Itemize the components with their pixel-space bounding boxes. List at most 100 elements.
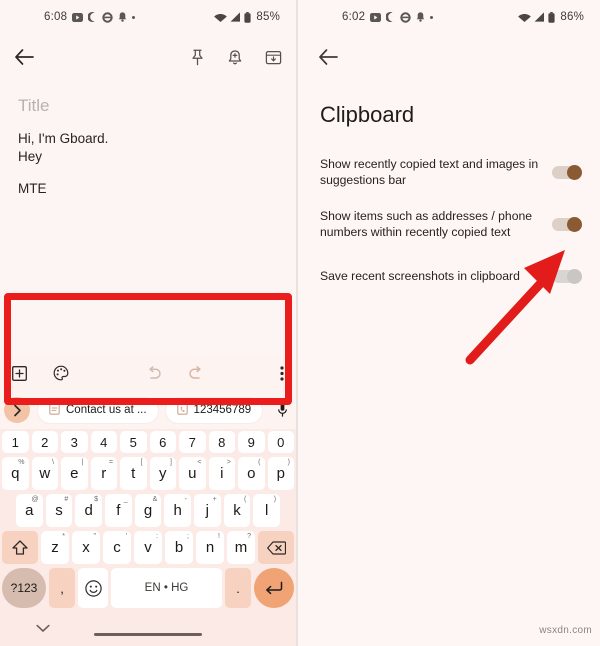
key-f[interactable]: _ f (105, 494, 132, 527)
key-n[interactable]: ! n (196, 531, 224, 564)
note-line-3[interactable]: MTE (18, 180, 278, 198)
toggle-show-addresses-phones[interactable] (552, 216, 582, 232)
battery-percent: 86% (560, 11, 584, 23)
key-label: m (234, 539, 248, 556)
archive-icon[interactable] (265, 49, 282, 66)
key-label: c (113, 539, 121, 556)
key-label: k (233, 502, 241, 519)
key-o[interactable]: (o (238, 457, 265, 490)
space-key[interactable]: EN • HG (111, 568, 222, 608)
overflow-menu-icon[interactable] (280, 365, 284, 381)
shift-key[interactable] (2, 531, 38, 564)
symbols-key[interactable]: ?123 (2, 568, 46, 608)
key-label: z (51, 539, 59, 556)
key-5[interactable]: 5 (120, 431, 147, 453)
note-line-2[interactable]: Hey (18, 148, 278, 166)
key-g[interactable]: & g (134, 494, 162, 527)
key-a[interactable]: @ a (15, 494, 43, 527)
key-r[interactable]: = r (90, 457, 117, 490)
note-spacer (18, 166, 278, 180)
key-sup: - (184, 496, 188, 503)
status-bar-right-group: 86% (518, 11, 584, 23)
pin-icon[interactable] (190, 49, 205, 66)
key-s[interactable]: # s (45, 494, 73, 527)
setting-label: Show items such as addresses / phone num… (320, 209, 533, 239)
key-h[interactable]: -h (164, 494, 192, 527)
screenshot-root: 6:08 85% Title Hi, I'm Gboard. Hey MTE C… (0, 0, 600, 646)
back-arrow-icon[interactable] (318, 48, 338, 66)
key-m[interactable]: ? m (227, 531, 255, 564)
redo-icon[interactable] (188, 366, 204, 380)
chevron-right-icon[interactable] (4, 397, 30, 423)
chevron-down-icon[interactable] (36, 620, 50, 638)
suggestion-bar: Contact us at ... 123456789 (0, 391, 296, 429)
key-sup: + (212, 496, 217, 503)
keyboard-row-bottom: ?123 , EN • HG . (2, 568, 294, 608)
key-c[interactable]: ' c (103, 531, 131, 564)
key-8[interactable]: 8 (208, 431, 235, 453)
clipboard-suggestion-chip-1[interactable]: Contact us at ... (38, 397, 158, 423)
key-p[interactable]: ) p (267, 457, 294, 490)
key-3[interactable]: 3 (61, 431, 88, 453)
chip-label: Contact us at ... (66, 404, 147, 416)
left-phone-screen: 6:08 85% Title Hi, I'm Gboard. Hey MTE C… (0, 0, 296, 646)
key-label: h (173, 502, 182, 519)
key-7[interactable]: 7 (179, 431, 206, 453)
key-u[interactable]: < u (179, 457, 206, 490)
plus-box-icon[interactable] (12, 365, 27, 381)
youtube-icon (370, 12, 382, 22)
battery-icon (244, 11, 251, 23)
keyboard-row-asdf: @ a # s $ d _ f & g -h + j (k ) l (2, 494, 294, 527)
toggle-show-recent-copies[interactable] (552, 164, 582, 180)
chip-label: 123456789 (193, 404, 252, 416)
key-z[interactable]: * z (41, 531, 69, 564)
dot-icon (430, 15, 434, 19)
key-y[interactable]: ] y (149, 457, 176, 490)
signal-icon (534, 12, 545, 22)
key-d[interactable]: $ d (75, 494, 102, 527)
palette-icon[interactable] (53, 365, 69, 381)
key-2[interactable]: 2 (31, 431, 58, 453)
key-e[interactable]: | e (61, 457, 88, 490)
key-x[interactable]: " x (72, 531, 100, 564)
back-arrow-icon[interactable] (14, 48, 34, 66)
key-b[interactable]: ; b (165, 531, 193, 564)
keyboard-footer (0, 612, 296, 644)
key-0[interactable]: 0 (267, 431, 294, 453)
key-j[interactable]: + j (194, 494, 221, 527)
note-title-placeholder[interactable]: Title (18, 96, 278, 116)
key-6[interactable]: 6 (149, 431, 176, 453)
note-line-1[interactable]: Hi, I'm Gboard. (18, 130, 278, 148)
keyboard-row-qwerty: % q \ w | e = r [t ] y < u > i (o ) p (2, 457, 294, 490)
reminder-bell-icon[interactable] (227, 49, 243, 66)
backspace-key[interactable] (258, 531, 294, 564)
enter-key[interactable] (254, 568, 294, 608)
crescent-moon-icon (386, 12, 395, 22)
gesture-bar[interactable] (94, 633, 202, 636)
page-title: Clipboard (320, 102, 415, 127)
key-label: d (84, 502, 93, 519)
microphone-icon[interactable] (277, 402, 288, 418)
emoji-key[interactable] (78, 568, 108, 608)
key-label: j (205, 502, 210, 519)
key-4[interactable]: 4 (90, 431, 117, 453)
setting-row-show-recent-copies[interactable]: Show recently copied text and images in … (298, 146, 600, 198)
key-label: s (55, 502, 63, 519)
key-t[interactable]: [t (120, 457, 147, 490)
youtube-icon (72, 12, 84, 22)
key-l[interactable]: ) l (253, 494, 281, 527)
key-v[interactable]: :v (134, 531, 162, 564)
clipboard-suggestion-chip-2[interactable]: 123456789 (165, 397, 263, 423)
key-sup: % (18, 459, 25, 466)
period-key[interactable]: . (225, 568, 251, 608)
key-sup: # (64, 496, 69, 503)
key-q[interactable]: % q (2, 457, 29, 490)
comma-key[interactable]: , (49, 568, 75, 608)
undo-icon[interactable] (146, 366, 162, 380)
key-k[interactable]: (k (223, 494, 251, 527)
key-9[interactable]: 9 (238, 431, 265, 453)
key-w[interactable]: \ w (31, 457, 58, 490)
key-1[interactable]: 1 (2, 431, 29, 453)
key-i[interactable]: > i (208, 457, 235, 490)
key-sup: = (108, 459, 113, 466)
